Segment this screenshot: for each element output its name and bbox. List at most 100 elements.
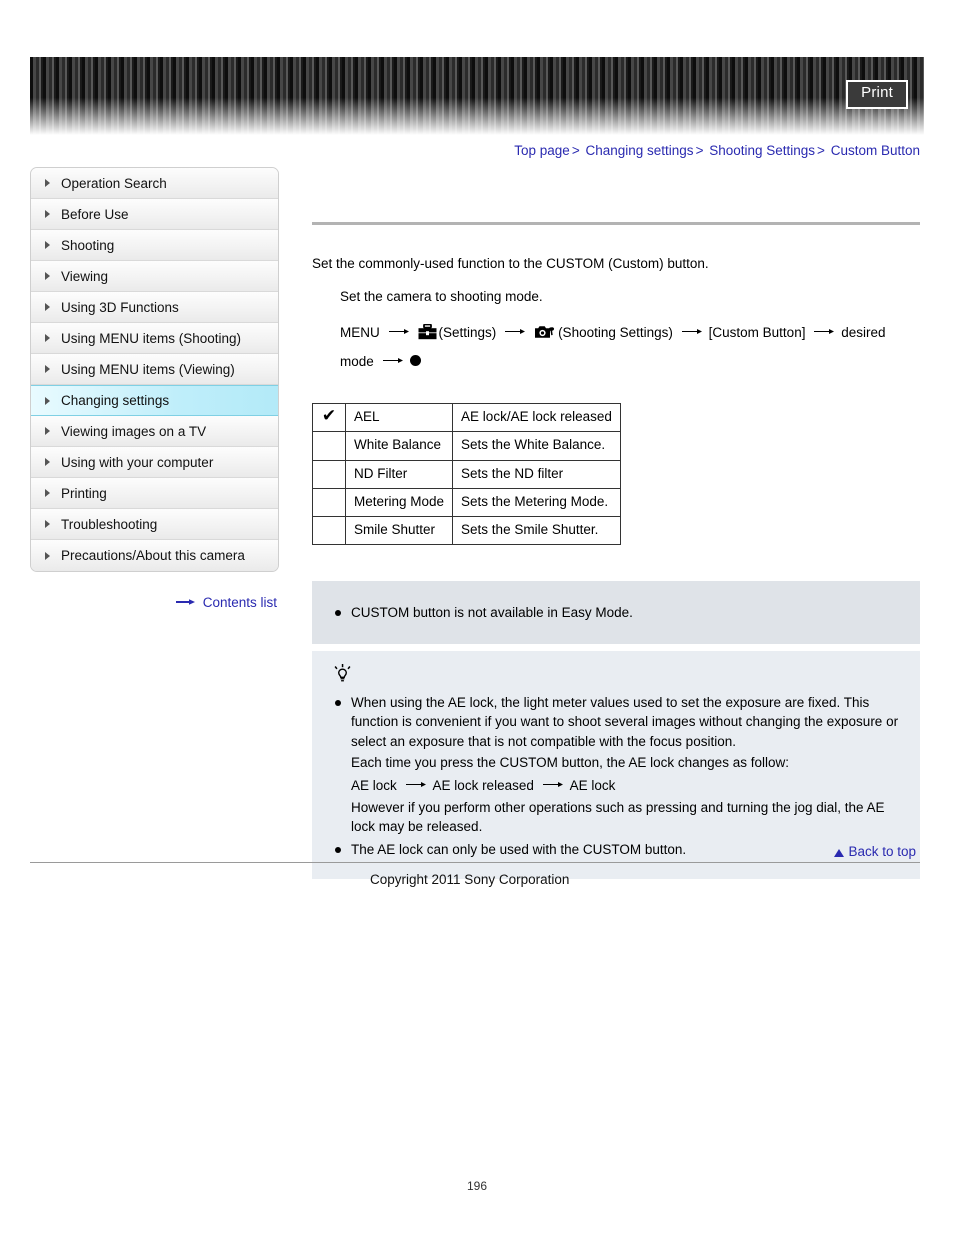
sidebar-item-label: Using MENU items (Shooting) — [61, 330, 242, 346]
sidebar-item-precautions-about-this-camera[interactable]: Precautions/About this camera — [31, 540, 278, 571]
sidebar-item-label: Using 3D Functions — [61, 299, 179, 315]
table-row: White Balance Sets the White Balance. — [312, 431, 621, 461]
shooting-settings-label: (Shooting Settings) — [558, 325, 673, 341]
triangle-right-icon — [45, 520, 50, 528]
sidebar-item-printing[interactable]: Printing — [31, 478, 278, 509]
breadcrumb-item-custom-button[interactable]: Custom Button — [831, 143, 920, 158]
menu-path-instruction: MENU (Settings) (Shooting Settings) [Cus… — [340, 320, 910, 375]
copyright-text: Copyright 2011 Sony Corporation — [370, 872, 570, 887]
option-name-cell: AEL — [344, 403, 454, 433]
ae-lock-state-3: AE lock — [569, 778, 616, 794]
check-icon: ✔ — [321, 406, 337, 427]
sidebar-item-troubleshooting[interactable]: Troubleshooting — [31, 509, 278, 540]
note-list: CUSTOM button is not available in Easy M… — [332, 603, 900, 623]
breadcrumb-item-shooting-settings[interactable]: Shooting Settings — [709, 143, 815, 158]
contents-list-link[interactable]: Contents list — [30, 594, 277, 610]
back-to-top-label: Back to top — [848, 844, 916, 859]
triangle-right-icon — [45, 303, 50, 311]
breadcrumb-separator: > — [695, 143, 704, 158]
table-row: ✔ AEL AE lock/AE lock released — [312, 403, 621, 433]
breadcrumb-item-changing-settings[interactable]: Changing settings — [585, 143, 693, 158]
hint-paragraph-1: When using the AE lock, the light meter … — [351, 694, 899, 749]
sidebar-item-shooting[interactable]: Shooting — [31, 230, 278, 261]
contents-list-label: Contents list — [202, 594, 277, 610]
page-number: 196 — [466, 1179, 488, 1193]
back-to-top-link[interactable]: Back to top — [30, 844, 920, 862]
arrow-right-icon — [542, 775, 565, 795]
table-row: Smile Shutter Sets the Smile Shutter. — [312, 515, 621, 546]
breadcrumb: Top page > Changing settings > Shooting Se… — [514, 143, 920, 158]
custom-button-options-table: ✔ AEL AE lock/AE lock released White Balanc… — [312, 403, 621, 546]
triangle-right-icon — [45, 272, 50, 280]
triangle-right-icon — [45, 334, 50, 342]
option-name-cell: Smile Shutter — [344, 515, 454, 546]
table-row: Metering Mode Sets the Metering Mode. — [312, 487, 621, 517]
option-name-cell: Metering Mode — [344, 487, 454, 517]
sidebar-item-label: Viewing images on a TV — [61, 423, 207, 439]
center-button-icon — [409, 355, 421, 367]
sidebar-item-label: Changing settings — [61, 393, 170, 408]
sidebar-item-viewing[interactable]: Viewing — [31, 261, 278, 292]
breadcrumb-separator: > — [571, 143, 580, 158]
arrow-right-icon — [681, 320, 704, 345]
page-header-banner: Print — [30, 57, 924, 135]
page-footer: Back to top Copyright 2011 Sony Corporat… — [30, 844, 920, 887]
sidebar-item-label: Before Use — [61, 206, 129, 222]
sidebar-item-label: Using MENU items (Viewing) — [61, 361, 235, 377]
sidebar-item-viewing-images-on-a-tv[interactable]: Viewing images on a TV — [31, 416, 278, 447]
option-description-cell: Sets the Metering Mode. — [452, 487, 621, 517]
note-box: CUSTOM button is not available in Easy M… — [312, 581, 920, 644]
sidebar-item-label: Viewing — [61, 268, 109, 284]
checkmark-cell: ✔ — [312, 403, 346, 433]
checkmark-cell — [312, 487, 346, 517]
triangle-right-icon — [45, 458, 50, 466]
triangle-right-icon — [45, 241, 50, 249]
hint-item-ae-lock: When using the AE lock, the light meter … — [332, 693, 900, 837]
arrow-right-icon — [814, 320, 836, 345]
sidebar-item-label: Printing — [61, 485, 107, 501]
triangle-right-icon — [45, 210, 50, 218]
intro-paragraph: Set the commonly-used function to the CU… — [312, 256, 709, 271]
custom-button-menu-label: [Custom Button] — [708, 325, 806, 341]
sidebar-item-label: Using with your computer — [61, 454, 214, 470]
triangle-up-icon — [834, 849, 845, 857]
sidebar-item-using-with-your-computer[interactable]: Using with your computer — [31, 447, 278, 478]
triangle-right-icon — [45, 179, 50, 187]
lightbulb-icon — [334, 663, 900, 687]
option-name-cell: ND Filter — [344, 459, 454, 489]
checkmark-cell — [312, 459, 346, 489]
option-description-cell: Sets the White Balance. — [452, 431, 621, 461]
sidebar-item-before-use[interactable]: Before Use — [31, 199, 278, 230]
checkmark-cell — [312, 515, 346, 546]
table-row: ND Filter Sets the ND filter — [312, 459, 621, 489]
sidebar-item-changing-settings[interactable]: Changing settings — [31, 385, 278, 416]
option-description-cell: AE lock/AE lock released — [452, 403, 621, 433]
menu-start-label: MENU — [340, 325, 380, 341]
step-instruction: Set the camera to shooting mode. — [340, 289, 543, 305]
right-arrow-icon — [175, 595, 198, 610]
sidebar-item-label: Troubleshooting — [61, 516, 158, 532]
option-description-cell: Sets the ND filter — [452, 459, 621, 489]
sidebar-item-label: Precautions/About this camera — [61, 548, 245, 563]
print-button[interactable]: Print — [846, 80, 908, 109]
arrow-right-icon — [382, 349, 405, 374]
sidebar-item-using-menu-items-viewing[interactable]: Using MENU items (Viewing) — [31, 354, 278, 385]
triangle-right-icon — [45, 551, 50, 560]
ae-lock-state-2: AE lock released — [432, 778, 534, 794]
header-stripe-pattern — [30, 57, 924, 135]
sidebar-item-operation-search[interactable]: Operation Search — [31, 168, 278, 199]
hint-ae-lock-flow: AE lock AE lock released AE lock — [351, 775, 900, 796]
triangle-right-icon — [45, 396, 50, 405]
sidebar-item-using-3d-functions[interactable]: Using 3D Functions — [31, 292, 278, 323]
breadcrumb-item-top-page[interactable]: Top page — [514, 143, 570, 158]
footer-divider — [30, 862, 920, 863]
checkmark-cell — [312, 431, 346, 461]
breadcrumb-separator: > — [817, 143, 825, 158]
triangle-right-icon — [45, 489, 50, 497]
arrow-right-icon — [388, 320, 411, 345]
content-top-rule — [312, 222, 920, 225]
arrow-right-icon — [505, 320, 527, 345]
sidebar-item-using-menu-items-shooting[interactable]: Using MENU items (Shooting) — [31, 323, 278, 354]
hint-paragraph-2: Each time you press the CUSTOM button, t… — [351, 755, 789, 771]
sidebar-navigation: Operation Search Before Use Shooting Viewin… — [30, 167, 279, 572]
